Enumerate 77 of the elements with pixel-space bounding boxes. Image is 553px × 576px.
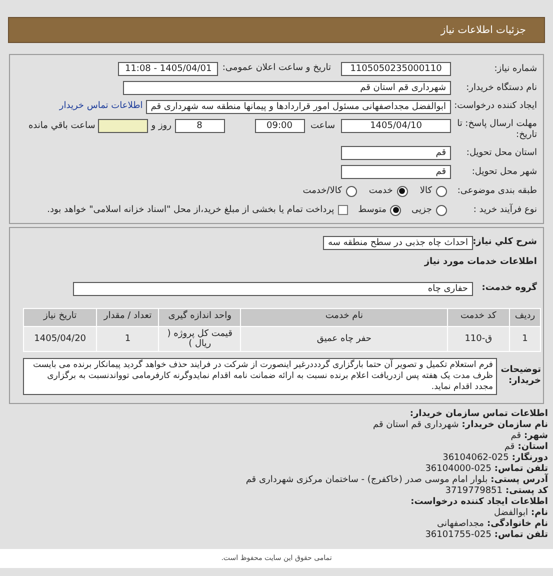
table-cell: قیمت کل پروژه ( ریال ): [159, 326, 240, 350]
info-label: شهر:: [524, 430, 548, 442]
text-field[interactable]: احداث چاه جذبی در سطح منطقه سه: [323, 236, 473, 250]
info-label: استان:: [518, 442, 548, 452]
info-label: تلفن تماس:: [494, 530, 548, 540]
radio-button[interactable]: [436, 204, 447, 216]
section-title: اطلاعات ایجاد کننده درخواست:: [410, 496, 548, 508]
info-value: 36104000-025: [425, 464, 492, 474]
table-cell: ق-110: [448, 326, 509, 350]
info-label: آدرس پستی:: [490, 474, 548, 486]
radio-button[interactable]: [390, 204, 402, 216]
text-field[interactable]: قم: [341, 165, 451, 179]
field-label: طبقه بندی موضوعی:: [456, 186, 537, 196]
table-cell: 1: [97, 326, 158, 350]
text-field[interactable]: شهرداری قم استان قم: [123, 81, 451, 95]
section-title: اطلاعات خدمات مورد نیاز: [423, 256, 537, 269]
text-field[interactable]: 8: [174, 119, 224, 133]
radio-button[interactable]: [436, 186, 447, 196]
info-value: 36101755-025: [425, 530, 492, 540]
field-label: توضیحات خریدار:: [500, 365, 541, 387]
text-field[interactable]: ابوالفضل مجداصفهانی مسئول امور قراردادها و پیمانها منطقه سه شهرداری قم: [146, 100, 451, 114]
info-value: 3719779851: [445, 486, 503, 496]
info-value: بلوار امام موسی صدر (خاکفرج) - ساختمان مرکزی شهرداری قم: [246, 474, 488, 486]
column-header: ردیف: [510, 308, 540, 326]
info-value: قم: [504, 442, 515, 452]
field-label: ایجاد کننده درخواست:: [453, 100, 537, 114]
field-label: تاریخ و ساعت اعلان عمومی:: [222, 62, 331, 76]
text: جزیی: [411, 204, 432, 216]
text-field[interactable]: قم: [341, 146, 451, 160]
section-title: اطلاعات تماس سازمان خریدار:: [408, 408, 548, 420]
text: روز و: [151, 120, 172, 132]
text-field[interactable]: حفاری چاه: [73, 282, 473, 296]
info-label: کد پستی:: [506, 486, 548, 496]
text: ساعت باقي مانده: [28, 120, 96, 132]
info-label: تلفن تماس:: [494, 464, 548, 474]
column-header: کد خدمت: [448, 308, 509, 326]
radio-button[interactable]: [396, 186, 408, 196]
field-label: نوع فرآیند خرید :: [472, 204, 537, 216]
info-label: دورنگار:: [512, 452, 548, 464]
text-field[interactable]: 1405/04/01 - 11:08: [118, 62, 218, 76]
info-value: مجداصفهانی: [437, 518, 484, 530]
text-field[interactable]: 09:00: [254, 119, 304, 133]
text-field[interactable]: 1105050235000110: [341, 62, 451, 76]
header-title: جزئیات اطلاعات نیاز: [440, 24, 526, 38]
text: کالا: [420, 185, 432, 197]
info-label: نام خانوادگی:: [486, 518, 548, 530]
info-value: ابوالفضل: [494, 508, 528, 518]
field-label: گروه خدمت:: [480, 282, 537, 295]
remaining-time-field[interactable]: [98, 119, 148, 133]
info-value: قم: [510, 430, 521, 442]
text: خدمت: [368, 185, 393, 197]
column-header: نام خدمت: [241, 308, 447, 326]
table-cell: حفر چاه عمیق: [241, 326, 447, 350]
column-header: تاریخ نیاز: [24, 308, 96, 326]
radio-button[interactable]: [346, 186, 357, 196]
text: متوسط: [358, 204, 386, 216]
info-label: نام:: [531, 508, 548, 518]
field-label: مهلت ارسال پاسخ: تا تاریخ:: [456, 119, 537, 141]
text: کالا/خدمت: [302, 185, 342, 197]
text-field[interactable]: 1405/04/10: [341, 119, 451, 133]
field-label: شرح كلي نياز:: [473, 236, 537, 250]
info-value: شهرداری قم استان قم: [372, 420, 459, 430]
table-cell: 1: [510, 326, 540, 350]
field-label: استان محل تحویل:: [465, 148, 537, 158]
buyer-notes: فرم استعلام تکمیل و تصویر آن حتما بارگزاری گردددرغیر اینصورت از شرکت در فرایند حذف خواهد گردید پیمانکار برنده می بایست ظرف مدت یک هفته پس ازدریافت اعلام برنده نسبت به ارائه ضمانت نامه اقدام نمایدوگرنه کارفرمامی توواندنسبت به برگزاری مجدد اقدام نماید.: [23, 358, 497, 394]
column-header: واحد اندازه گیری: [159, 308, 240, 326]
text: ساعت: [310, 120, 335, 132]
field-label: شهر محل تحویل:: [470, 166, 537, 178]
field-label: نام دستگاه خریدار:: [465, 82, 537, 94]
table-cell: 1405/04/20: [24, 326, 96, 350]
text: پرداخت تمام یا بخشی از مبلغ خرید،از محل "اسناد خزانه اسلامی" خواهد بود.: [47, 204, 334, 216]
column-header: تعداد / مقدار: [97, 308, 158, 326]
info-value: 36104062-025: [442, 452, 509, 464]
field-label: شماره نیاز:: [493, 64, 537, 74]
buyer-contact-link[interactable]: اطلاعات تماس خریدار: [59, 100, 143, 114]
info-label: نام سازمان خریدار:: [462, 420, 548, 430]
checkbox[interactable]: [338, 205, 348, 215]
